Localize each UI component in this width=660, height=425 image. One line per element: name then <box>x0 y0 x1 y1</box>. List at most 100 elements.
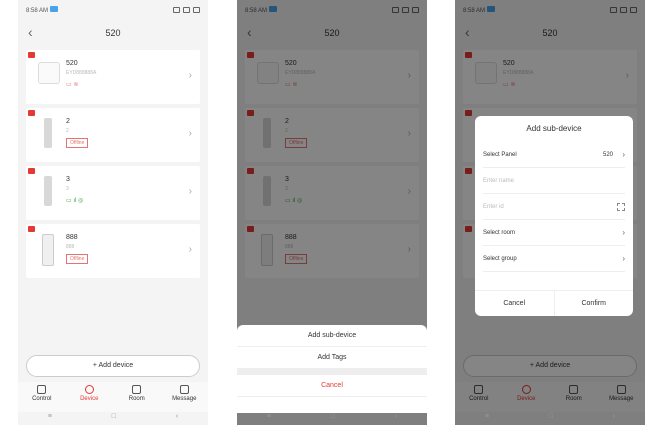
room-icon <box>569 385 579 394</box>
device-card-2[interactable]: 2 2 Offline › <box>26 108 200 162</box>
name-field[interactable]: Enter name <box>483 168 625 194</box>
tab-control[interactable]: Control <box>18 382 66 412</box>
sim-icon <box>392 7 399 13</box>
back-arrow-icon[interactable]: ‹ <box>465 24 470 40</box>
phone-screen-add-subdevice-dialog: 8:58 AM ‹ 520 520 EYD888888A ▭ ≋ › + Add… <box>455 0 645 425</box>
device-name: 520 <box>66 60 78 67</box>
select-panel-row[interactable]: Select Panel 520 › <box>483 142 625 168</box>
alert-badge-icon <box>247 110 254 116</box>
page-title: 520 <box>542 28 558 38</box>
tab-device[interactable]: Device <box>66 382 114 412</box>
chevron-right-icon: › <box>407 244 411 255</box>
system-nav-bar: ≡ □ ‹ <box>18 413 208 425</box>
control-icon <box>474 385 484 394</box>
device-sub: 3 <box>66 186 69 192</box>
device-card-3[interactable]: 3 3 ▭ ıl ◎ › <box>245 166 419 220</box>
panel-device-icon <box>38 62 60 84</box>
signal-icon <box>402 7 409 13</box>
back-icon[interactable]: ‹ <box>395 413 397 425</box>
scan-qr-icon[interactable] <box>617 203 625 211</box>
add-device-button[interactable]: + Add device <box>26 355 200 377</box>
battery-icon <box>630 7 637 13</box>
tab-message[interactable]: Message <box>598 382 646 412</box>
alert-badge-icon <box>28 168 35 174</box>
device-serial: EYD888888A <box>285 70 316 76</box>
alert-badge-icon <box>465 52 472 58</box>
sheet-cancel-button[interactable]: Cancel <box>237 375 427 397</box>
page-title: 520 <box>324 28 340 38</box>
id-field[interactable]: Enter id <box>483 194 625 220</box>
power-wifi-icons: ▭ ≋ <box>503 82 516 88</box>
chevron-right-icon: › <box>188 128 192 139</box>
chevron-right-icon: › <box>188 186 192 197</box>
tab-device[interactable]: Device <box>503 382 551 412</box>
add-tags-option[interactable]: Add Tags <box>237 347 427 369</box>
device-card-888[interactable]: 888 888 Offline › <box>245 224 419 278</box>
dialog-buttons: Cancel Confirm <box>475 290 633 316</box>
alert-badge-icon <box>465 168 472 174</box>
select-room-label: Select room <box>483 230 516 236</box>
device-card-3[interactable]: 3 3 ▭ ıl ◎ › <box>26 166 200 220</box>
device-name: 520 <box>285 60 297 67</box>
system-nav-bar: ≡ □ ‹ <box>237 413 427 425</box>
menu-icon[interactable]: ≡ <box>485 413 489 425</box>
panel-value: 520 <box>602 152 613 158</box>
device-name: 3 <box>66 176 70 183</box>
alert-badge-icon <box>247 168 254 174</box>
device-sub: 2 <box>285 128 288 134</box>
status-bar: 8:58 AM <box>237 0 427 20</box>
status-time: 8:58 AM <box>245 8 268 14</box>
add-device-button[interactable]: + Add device <box>463 355 637 377</box>
sensor-device-icon <box>44 176 52 206</box>
home-icon[interactable]: □ <box>331 413 335 425</box>
signal-icon <box>183 7 190 13</box>
alert-badge-icon <box>247 52 254 58</box>
chevron-right-icon: › <box>407 70 411 81</box>
panel-device-icon <box>257 62 279 84</box>
device-card-888[interactable]: 888 888 Offline › <box>26 224 200 278</box>
tab-room[interactable]: Room <box>550 382 598 412</box>
status-time: 8:58 AM <box>26 8 49 14</box>
alert-badge-icon <box>247 226 254 232</box>
device-card-panel[interactable]: 520 EYD888888A ▭ ≋ › <box>245 50 419 104</box>
menu-icon[interactable]: ≡ <box>267 413 271 425</box>
add-subdevice-option[interactable]: Add sub-device <box>237 325 427 347</box>
chevron-right-icon: › <box>188 70 192 81</box>
chat-notification-icon <box>269 6 278 12</box>
chevron-right-icon: › <box>188 244 192 255</box>
chevron-right-icon: › <box>622 150 625 159</box>
phone-screen-action-sheet: 8:58 AM ‹ 520 520 EYD888888A ▭ ≋ › 2 2 O… <box>237 0 427 425</box>
chevron-right-icon: › <box>407 128 411 139</box>
battery-signal-icons: ▭ ıl ◎ <box>66 198 84 204</box>
tab-control[interactable]: Control <box>455 382 503 412</box>
system-nav-bar: ≡ □ ‹ <box>455 413 645 425</box>
home-icon[interactable]: □ <box>112 413 116 425</box>
menu-icon[interactable]: ≡ <box>48 413 52 425</box>
dialog-confirm-button[interactable]: Confirm <box>553 291 634 316</box>
home-icon[interactable]: □ <box>549 413 553 425</box>
tab-message[interactable]: Message <box>161 382 209 412</box>
device-icon <box>84 385 94 394</box>
device-card-panel[interactable]: 520 EYD888888A ▭ ≋ › <box>463 50 637 104</box>
phone-screen-device-list: 8:58 AM ‹ 520 520 EYD888888A ▭ ≋ › 2 2 O… <box>18 0 208 425</box>
select-room-row[interactable]: Select room › <box>483 220 625 246</box>
device-serial: EYD888888A <box>66 70 97 76</box>
chevron-right-icon: › <box>625 70 629 81</box>
device-card-2[interactable]: 2 2 Offline › <box>245 108 419 162</box>
select-group-row[interactable]: Select group › <box>483 246 625 272</box>
back-arrow-icon[interactable]: ‹ <box>28 24 33 40</box>
device-card-panel[interactable]: 520 EYD888888A ▭ ≋ › <box>26 50 200 104</box>
chat-notification-icon <box>50 6 59 12</box>
dialog-cancel-button[interactable]: Cancel <box>475 291 554 316</box>
back-icon[interactable]: ‹ <box>176 413 178 425</box>
alert-badge-icon <box>28 110 35 116</box>
room-icon <box>132 385 142 394</box>
door-sensor-icon <box>261 234 273 266</box>
back-arrow-icon[interactable]: ‹ <box>247 24 252 40</box>
back-icon[interactable]: ‹ <box>613 413 615 425</box>
chat-notification-icon <box>487 6 496 12</box>
battery-icon <box>412 7 419 13</box>
select-group-label: Select group <box>483 256 517 262</box>
title-bar: ‹ 520 <box>18 20 208 46</box>
tab-room[interactable]: Room <box>113 382 161 412</box>
